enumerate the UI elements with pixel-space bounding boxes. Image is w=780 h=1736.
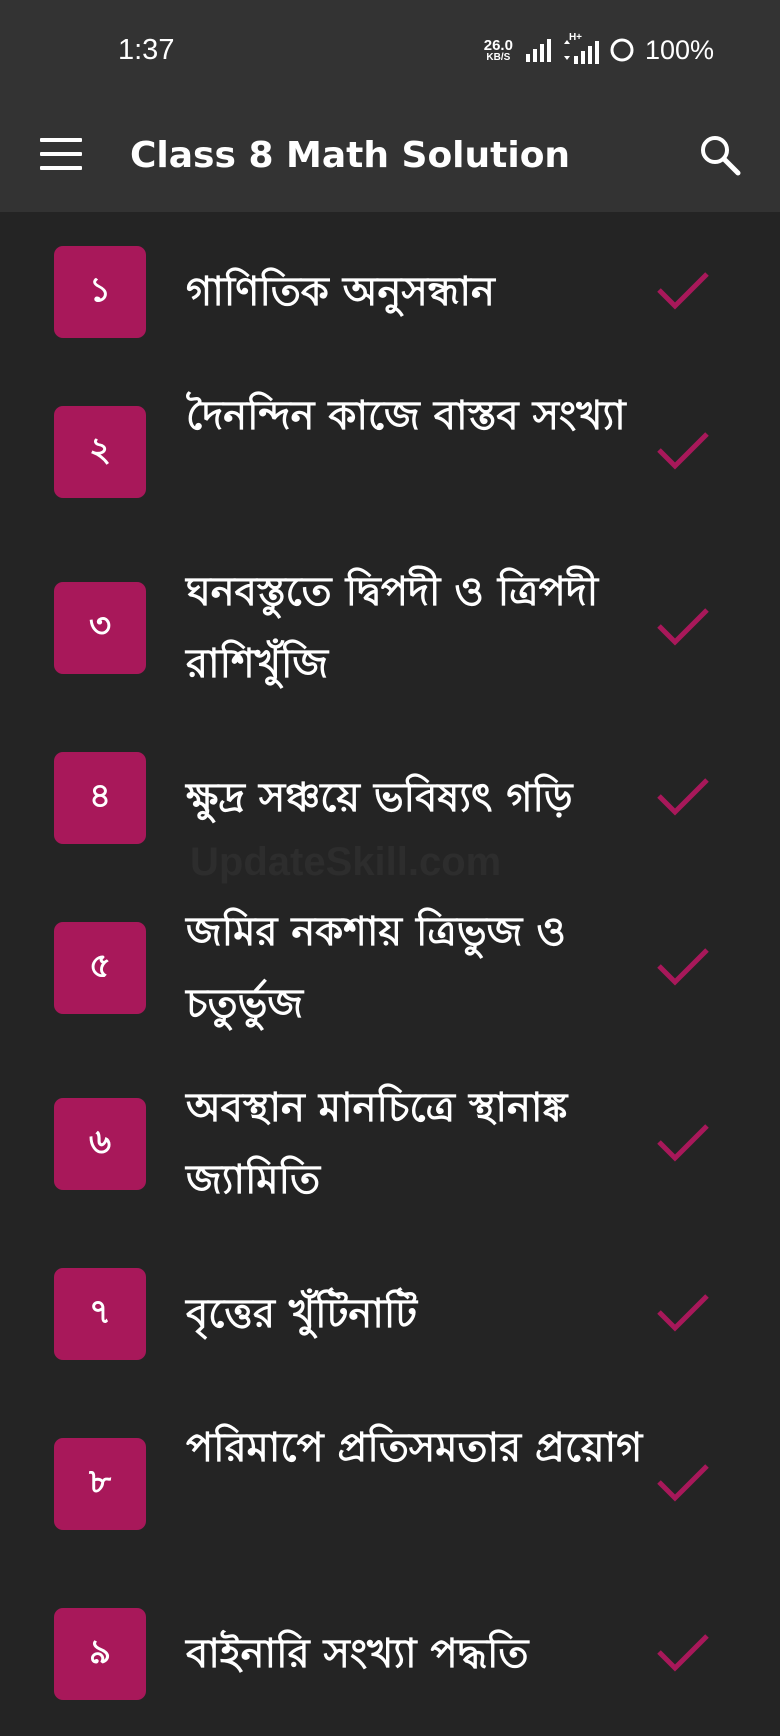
mobile-data-indicator: H+ — [563, 32, 601, 64]
chapter-item[interactable]: ২ দৈনন্দিন কাজে বাস্তব সংখ্যা — [0, 364, 780, 540]
status-bar: 1:37 26.0 KB/S H+ 100% — [0, 0, 780, 100]
check-icon — [657, 948, 709, 986]
chapter-item[interactable]: ১ গাণিতিক অনুসন্ধান — [0, 212, 780, 364]
chapter-item[interactable]: ৮ পরিমাপে প্রতিসমতার প্রয়োগ — [0, 1396, 780, 1572]
chapter-item[interactable]: ৪ ক্ষুদ্র সঞ্চয়ে ভবিষ্যৎ গড়ি — [0, 716, 780, 880]
chapter-item[interactable]: ৫ জমির নকশায় ত্রিভুজ ও চতুর্ভুজ — [0, 880, 780, 1056]
chapter-title: বৃত্তের খুঁটিনাটি — [186, 1291, 418, 1337]
check-icon — [657, 778, 709, 816]
check-icon — [657, 1634, 709, 1672]
chapter-number-badge: ৪ — [54, 752, 146, 844]
chapter-number-badge: ৭ — [54, 1268, 146, 1360]
chapter-title: জমির নকশায় ত্রিভুজ ও চতুর্ভুজ — [186, 909, 566, 1027]
search-icon[interactable] — [698, 133, 742, 177]
chapter-item[interactable]: ৬ অবস্থান মানচিত্রে স্থানাঙ্ক জ্যামিতি — [0, 1056, 780, 1232]
battery-percentage: 100% — [644, 34, 714, 65]
battery-icon — [610, 38, 634, 62]
check-icon — [657, 272, 709, 310]
check-icon — [657, 608, 709, 646]
check-icon — [657, 1294, 709, 1332]
chapter-title: বাইনারি সংখ্যা পদ্ধতি — [186, 1631, 529, 1677]
chapter-title: ঘনবস্তুতে দ্বিপদী ও ত্রিপদী রাশিখুঁজি — [186, 569, 599, 687]
chapter-item[interactable]: ৩ ঘনবস্তুতে দ্বিপদী ও ত্রিপদী রাশিখুঁজি — [0, 540, 780, 716]
data-arrows-icon — [563, 40, 570, 60]
network-speed-unit: KB/S — [486, 51, 511, 63]
app-bar: Class 8 Math Solution — [0, 100, 780, 212]
check-icon — [657, 1464, 709, 1502]
network-speed-value: 26.0 — [483, 36, 513, 54]
chapter-item[interactable]: ৯ বাইনারি সংখ্যা পদ্ধতি — [0, 1572, 780, 1736]
chapter-item[interactable]: ৭ বৃত্তের খুঁটিনাটি — [0, 1232, 780, 1396]
chapter-number-badge: ৫ — [54, 922, 146, 1014]
chapter-title: ক্ষুদ্র সঞ্চয়ে ভবিষ্যৎ গড়ি — [186, 775, 573, 821]
status-time: 1:37 — [118, 34, 175, 66]
chapter-title: পরিমাপে প্রতিসমতার প্রয়োগ — [186, 1425, 643, 1471]
chapter-number-badge: ৬ — [54, 1098, 146, 1190]
chapter-title: গাণিতিক অনুসন্ধান — [186, 269, 495, 315]
chapter-list: ১ গাণিতিক অনুসন্ধান ২ দৈনন্দিন কাজে বাস্… — [0, 212, 780, 1736]
chapter-number-badge: ১ — [54, 246, 146, 338]
chapter-title: দৈনন্দিন কাজে বাস্তব সংখ্যা — [186, 393, 626, 439]
network-speed: 26.0 KB/S — [484, 38, 513, 63]
chapter-number-badge: ২ — [54, 406, 146, 498]
signal-strength-icon — [525, 39, 551, 62]
status-indicators: 26.0 KB/S H+ 100% — [484, 32, 714, 68]
app-title: Class 8 Math Solution — [130, 135, 571, 176]
check-icon — [657, 432, 709, 470]
chapter-title: অবস্থান মানচিত্রে স্থানাঙ্ক জ্যামিতি — [186, 1085, 568, 1203]
signal-strength-icon-2 — [573, 41, 599, 64]
chapter-number-badge: ৩ — [54, 582, 146, 674]
chapter-number-badge: ৮ — [54, 1438, 146, 1530]
chapter-number-badge: ৯ — [54, 1608, 146, 1700]
check-icon — [657, 1124, 709, 1162]
hamburger-menu-icon[interactable] — [40, 138, 82, 172]
